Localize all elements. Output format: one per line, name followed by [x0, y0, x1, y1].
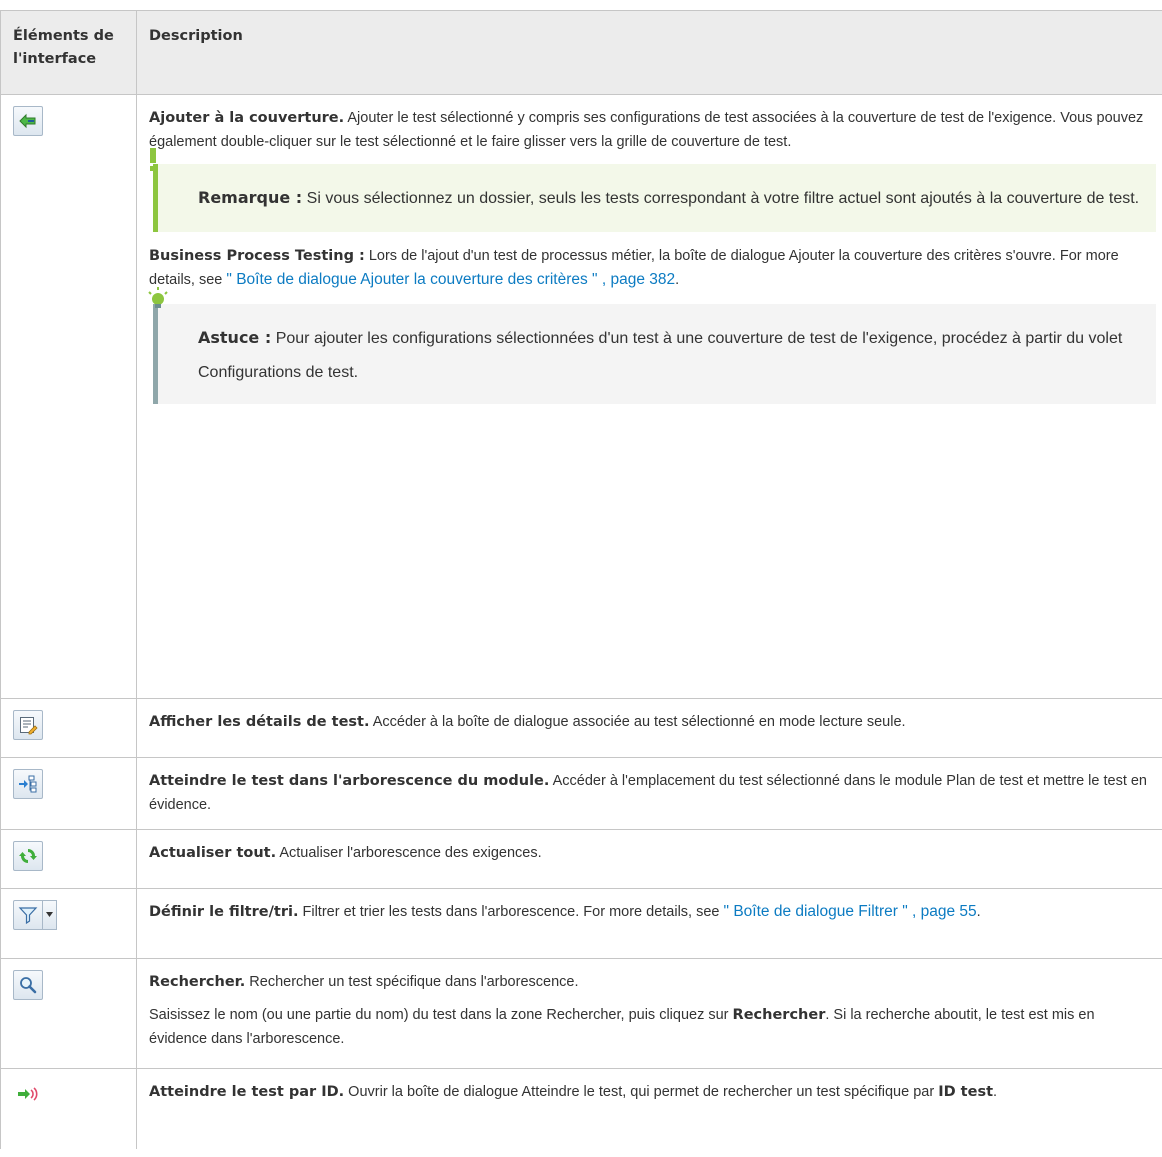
set-filter-sort-button[interactable]	[13, 900, 43, 930]
refresh-all-button[interactable]	[13, 841, 43, 871]
row-title: Actualiser tout.	[149, 845, 277, 861]
add-to-coverage-arrow-icon	[19, 113, 36, 129]
note-box: Remarque : Si vous sélectionnez un dossi…	[150, 148, 1156, 232]
go-to-module-tree-button[interactable]	[13, 769, 43, 799]
row-title: Définir le filtre/tri.	[149, 904, 299, 920]
row-title: Ajouter à la couverture.	[149, 110, 345, 126]
test-details-icon	[20, 717, 38, 735]
lightbulb-tip-icon	[148, 287, 168, 308]
row-end: .	[976, 904, 981, 920]
row-text: Accéder à la boîte de dialogue associée …	[369, 714, 906, 730]
chevron-down-icon	[46, 912, 53, 917]
ui-elements-table: Éléments de l'interface Description Ajou…	[0, 10, 1162, 1149]
table-row: Afficher les détails de test. Accéder à …	[0, 698, 1162, 758]
tip-label: Astuce :	[198, 328, 272, 347]
filter-dropdown-toggle[interactable]	[43, 900, 57, 930]
tip-text: Pour ajouter les configurations sélectio…	[198, 330, 1123, 381]
note-text: Si vous sélectionnez un dossier, seuls l…	[302, 190, 1140, 207]
header-description: Description	[136, 10, 1162, 95]
bpt-end: .	[675, 272, 680, 288]
filter-sort-split-button	[13, 900, 57, 930]
find-button[interactable]	[13, 970, 43, 1000]
table-row: Atteindre le test par ID. Ouvrir la boît…	[0, 1068, 1162, 1149]
criteria-coverage-dialog-link[interactable]: " Boîte de dialogue Ajouter la couvertur…	[226, 271, 675, 288]
row-title: Afficher les détails de test.	[149, 714, 370, 730]
table-row: Définir le filtre/tri. Filtrer et trier …	[0, 888, 1162, 959]
table-row: Actualiser tout. Actualiser l'arborescen…	[0, 829, 1162, 889]
table-header-row: Éléments de l'interface Description	[0, 10, 1162, 95]
bpt-label: Business Process Testing :	[149, 248, 365, 264]
refresh-icon	[19, 849, 37, 863]
add-to-coverage-button[interactable]	[13, 106, 43, 136]
test-details-button[interactable]	[13, 710, 43, 740]
row-title: Atteindre le test dans l'arborescence du…	[149, 773, 550, 789]
filter-dialog-link[interactable]: " Boîte de dialogue Filtrer " , page 55	[724, 903, 977, 920]
filter-icon	[18, 907, 38, 925]
find-magnifier-icon	[20, 977, 37, 994]
row-text: Ouvrir la boîte de dialogue Atteindre le…	[344, 1084, 939, 1100]
tip-box: Astuce : Pour ajouter les configurations…	[148, 287, 1156, 404]
table-row: Ajouter à la couverture. Ajouter le test…	[0, 94, 1162, 699]
find-p2-bold: Rechercher	[732, 1007, 826, 1023]
note-label: Remarque :	[198, 188, 303, 207]
go-to-test-by-id-icon	[18, 1087, 38, 1101]
row-end: .	[993, 1084, 998, 1100]
find-p2-a: Saisissez le nom (ou une partie du nom) …	[149, 1007, 733, 1023]
row-text: Actualiser l'arborescence des exigences.	[276, 845, 542, 861]
go-to-test-by-id-button[interactable]	[13, 1080, 43, 1110]
header-ui-elements: Éléments de l'interface	[0, 10, 137, 95]
test-id-bold: ID test	[938, 1084, 994, 1100]
go-to-module-tree-icon	[19, 775, 37, 793]
table-row: Rechercher. Rechercher un test spécifiqu…	[0, 958, 1162, 1069]
exclamation-note-icon	[150, 148, 156, 171]
row-text: Rechercher un test spécifique dans l'arb…	[245, 974, 579, 990]
row-text: Filtrer et trier les tests dans l'arbore…	[298, 904, 724, 920]
table-row: Atteindre le test dans l'arborescence du…	[0, 757, 1162, 830]
row-title: Rechercher.	[149, 974, 246, 990]
row-title: Atteindre le test par ID.	[149, 1084, 345, 1100]
